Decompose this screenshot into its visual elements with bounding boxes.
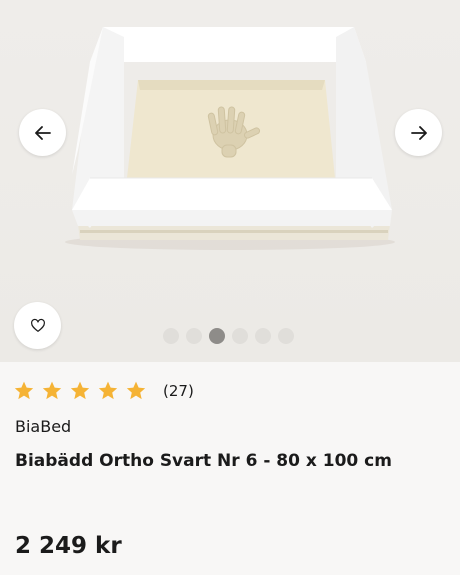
carousel-dot[interactable] [163,328,179,344]
product-brand[interactable]: BiaBed [15,417,71,436]
review-count[interactable]: (27) [163,382,194,400]
arrow-right-icon [410,125,427,140]
carousel-dot-active[interactable] [209,328,225,344]
carousel-dot[interactable] [278,328,294,344]
product-info: (27) BiaBed Biabädd Ortho Svart Nr 6 - 8… [0,362,460,575]
product-image [65,27,395,250]
star-icon [126,381,146,400]
heart-outline-icon [30,318,45,332]
product-rating[interactable]: (27) [13,380,194,402]
star-icon [14,381,34,400]
next-image-button[interactable] [395,109,442,156]
star-icon [98,381,118,400]
favorite-button[interactable] [14,302,61,349]
carousel-dot[interactable] [232,328,248,344]
previous-image-button[interactable] [19,109,66,156]
star-icon [42,381,62,400]
carousel-dots [163,328,294,344]
carousel-dot[interactable] [186,328,202,344]
star-icon [70,381,90,400]
product-title: Biabädd Ortho Svart Nr 6 - 80 x 100 cm [15,451,392,471]
product-price: 2 249 kr [15,533,122,559]
arrow-left-icon [34,125,51,140]
carousel-dot[interactable] [255,328,271,344]
product-image-gallery[interactable] [0,0,460,362]
